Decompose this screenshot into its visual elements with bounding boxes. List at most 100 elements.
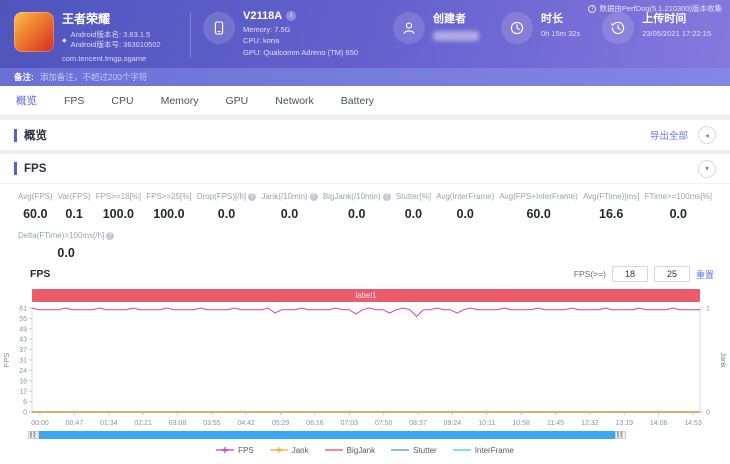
person-icon	[393, 12, 425, 44]
legend-swatch	[325, 446, 343, 454]
collapse-section-button[interactable]: ▾	[698, 160, 716, 178]
duration-label: 时长	[541, 10, 563, 26]
help-icon[interactable]: ?	[310, 193, 318, 201]
collapse-left-button[interactable]: ◂	[698, 126, 716, 144]
creator-value-redacted	[433, 31, 479, 41]
fps-section-header: FPS ▾	[0, 154, 730, 184]
device-model: V2118A	[243, 10, 282, 22]
scrollbar-left-handle[interactable]: ▌▌	[28, 431, 39, 439]
metric-value: 60.0	[18, 207, 53, 221]
tab-概览[interactable]: 概览	[16, 93, 37, 108]
legend-label: Jank	[292, 446, 309, 455]
fps-card: FPS ▾ Avg(FPS)60.0Var(FPS)0.1FPS>=18[%]1…	[0, 154, 730, 464]
svg-text:12: 12	[19, 389, 27, 396]
tab-memory[interactable]: Memory	[161, 95, 199, 107]
legend-label: FPS	[238, 446, 254, 455]
metric-label: Avg(FPS)	[18, 192, 53, 201]
chart-scrollbar[interactable]: ▌▌ ▌▌	[28, 431, 626, 439]
help-icon[interactable]: ?	[383, 193, 391, 201]
metric-avg-ftime-ms: Avg(FTime)[ms]16.6	[583, 192, 639, 221]
help-icon[interactable]: ?	[106, 232, 114, 240]
chart-controls: FPS FPS(>=) 重置	[0, 266, 730, 286]
tab-network[interactable]: Network	[275, 95, 314, 107]
duration-value: 0h 15m 32s	[541, 28, 580, 39]
metric-label: Avg(FPS+InterFrame)	[499, 192, 577, 201]
metric-label: Jank(/10min)?	[261, 192, 317, 201]
metric-bigjank-10min: BigJank(/10min)?0.0	[323, 192, 391, 221]
scrollbar-right-handle[interactable]: ▌▌	[615, 431, 626, 439]
svg-text:43: 43	[19, 337, 27, 344]
fps-threshold-label: FPS(>=)	[574, 269, 606, 279]
tab-cpu[interactable]: CPU	[111, 95, 133, 107]
tab-fps[interactable]: FPS	[64, 95, 84, 107]
svg-text:10:58: 10:58	[512, 420, 530, 427]
chart-label-band[interactable]: label1	[32, 289, 700, 302]
fps-chart-svg[interactable]: 6155494337312418126010FPSJank00:0000:470…	[0, 302, 730, 430]
svg-text:03:08: 03:08	[169, 420, 187, 427]
metric-label: FPS>=25[%]	[146, 192, 191, 201]
svg-text:37: 37	[19, 347, 27, 354]
legend-swatch	[216, 446, 234, 454]
collector-note: i 数据由PerfDog(5.1.210300)版本收集	[588, 3, 722, 14]
legend-item-bigjank[interactable]: BigJank	[325, 446, 375, 455]
metric-value: 0.0	[197, 207, 256, 221]
tab-bar: 概览 FPS CPU Memory GPU Network Battery	[0, 86, 730, 116]
svg-text:1: 1	[706, 306, 710, 313]
history-clock-icon	[602, 12, 634, 44]
tab-battery[interactable]: Battery	[341, 95, 374, 107]
svg-text:09:24: 09:24	[444, 420, 462, 427]
metric-value: 0.1	[58, 207, 91, 221]
metric-label: Avg(InterFrame)	[436, 192, 494, 201]
svg-text:0: 0	[23, 410, 27, 417]
legend-label: Stutter	[413, 446, 437, 455]
legend-swatch	[453, 446, 471, 454]
legend-label: BigJank	[347, 446, 375, 455]
notes-bar[interactable]: 备注: 添加备注，不超过200个字符	[0, 68, 730, 86]
svg-text:11:45: 11:45	[547, 420, 564, 427]
device-cpu: CPU: kona	[243, 35, 358, 46]
app-package: com.tencent.tmgp.sgame	[62, 54, 161, 63]
section-accent-bar	[14, 162, 17, 175]
tab-gpu[interactable]: GPU	[226, 95, 249, 107]
export-all-link[interactable]: 导出全部	[650, 128, 688, 142]
metric-label: BigJank(/10min)?	[323, 192, 391, 201]
duration-block: 时长 0h 15m 32s	[501, 10, 580, 44]
legend-item-interframe[interactable]: InterFrame	[453, 446, 514, 455]
svg-text:Jank: Jank	[719, 352, 728, 368]
metric-stutter: Stutter[%]0.0	[396, 192, 431, 221]
device-block: V2118A i Memory: 7.5G CPU: kona GPU: Qua…	[203, 10, 371, 58]
legend-item-jank[interactable]: Jank	[270, 446, 309, 455]
app-block: 王者荣耀 ◆ Android版本名: 3.63.1.5 Android版本号: …	[14, 10, 186, 63]
metric-value: 16.6	[583, 207, 639, 221]
app-version-code: Android版本号: 363010502	[71, 40, 161, 50]
metric-value: 100.0	[146, 207, 191, 221]
metric-avg-interframe: Avg(InterFrame) 0.0	[436, 192, 494, 221]
device-info-icon[interactable]: i	[286, 11, 296, 21]
svg-text:61: 61	[19, 306, 27, 313]
clock-icon	[501, 12, 533, 44]
svg-text:00:00: 00:00	[31, 420, 49, 427]
svg-text:08:37: 08:37	[409, 420, 427, 427]
legend-item-stutter[interactable]: Stutter	[391, 446, 437, 455]
app-icon	[14, 12, 54, 52]
scrollbar-track[interactable]	[39, 431, 615, 439]
metric-label: Stutter[%]	[396, 192, 431, 201]
creator-block: 创建者	[393, 10, 479, 44]
fps-threshold-low-input[interactable]	[612, 266, 648, 282]
help-icon[interactable]: ?	[248, 193, 256, 201]
metric-fps-25: FPS>=25[%] 100.0	[146, 192, 191, 221]
fps-threshold-high-input[interactable]	[654, 266, 690, 282]
metric-value: 0.0	[436, 207, 494, 221]
info-icon: i	[588, 5, 596, 13]
reset-link[interactable]: 重置	[696, 268, 714, 281]
metric-var-fps: Var(FPS)0.1	[58, 192, 91, 221]
svg-text:01:34: 01:34	[100, 420, 118, 427]
legend-item-fps[interactable]: FPS	[216, 446, 254, 455]
svg-text:14:53: 14:53	[684, 420, 702, 427]
svg-text:05:29: 05:29	[272, 420, 290, 427]
svg-text:FPS: FPS	[2, 353, 11, 368]
overview-section-header: 概览 导出全部 ◂	[0, 120, 730, 150]
svg-text:0: 0	[706, 410, 710, 417]
metric-value: 0.0	[261, 207, 317, 221]
notes-input-placeholder[interactable]: 添加备注，不超过200个字符	[40, 71, 148, 83]
